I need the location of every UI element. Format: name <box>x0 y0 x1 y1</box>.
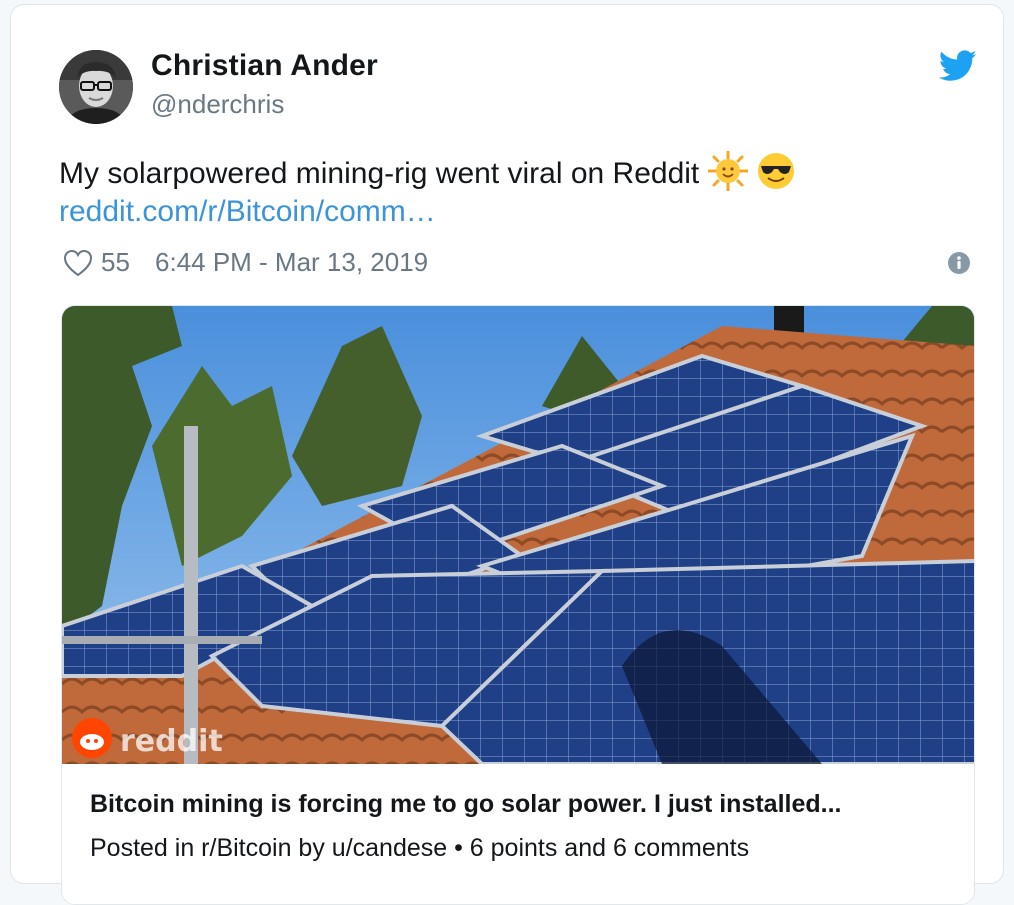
info-icon[interactable] <box>947 251 971 275</box>
twitter-bird-icon[interactable] <box>938 49 977 83</box>
card-image <box>62 306 974 764</box>
tweet-card: Christian Ander @nderchris My solarpower… <box>10 4 1004 905</box>
heart-icon[interactable] <box>63 249 93 277</box>
like-count[interactable]: 55 <box>101 247 130 278</box>
card-title[interactable]: Bitcoin mining is forcing me to go solar… <box>90 790 950 819</box>
author-name[interactable]: Christian Ander <box>151 49 378 83</box>
author-handle[interactable]: @nderchris <box>151 89 284 120</box>
smiling-face-with-sunglasses-emoji <box>756 151 796 191</box>
card-description: Posted in r/Bitcoin by u/candese • 6 poi… <box>90 834 750 862</box>
avatar[interactable] <box>59 50 133 124</box>
tweet-text: My solarpowered mining-rig went viral on… <box>59 150 959 195</box>
tweet-link[interactable]: reddit.com/r/Bitcoin/comm… <box>59 195 436 229</box>
tweet-meta-row: 55 6:44 PM - Mar 13, 2019 <box>59 245 979 285</box>
sun-with-face-emoji <box>707 150 749 192</box>
reddit-logo-icon: reddit <box>120 724 223 759</box>
timestamp[interactable]: 6:44 PM - Mar 13, 2019 <box>155 247 428 278</box>
tweet-body: My solarpowered mining-rig went viral on… <box>59 157 700 190</box>
link-preview-card[interactable]: reddit Bitcoin mining is forcing me to g… <box>61 305 975 905</box>
